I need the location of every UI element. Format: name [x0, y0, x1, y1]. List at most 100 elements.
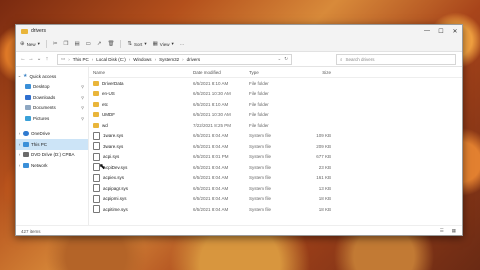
- column-header-date[interactable]: Date modified: [193, 70, 249, 75]
- column-header-size[interactable]: Size: [297, 70, 331, 75]
- file-type: File folder: [249, 122, 269, 128]
- sort-icon: ⇅: [127, 41, 133, 47]
- nav-quick-access[interactable]: ⌄ ★ Quick access: [16, 71, 88, 82]
- tiles-view-icon[interactable]: ▦: [452, 228, 456, 234]
- nav-documents[interactable]: Documents ⚲: [16, 103, 88, 114]
- new-icon: ⊕: [20, 41, 25, 47]
- file-row[interactable]: wd 7/22/2021 8:25 PM File folder: [89, 120, 462, 131]
- address-bar[interactable]: ▭ › This PC › Local Disk (C:) › Windows …: [57, 53, 292, 65]
- back-arrow-icon[interactable]: ←: [19, 56, 27, 62]
- file-type: File folder: [249, 91, 269, 97]
- details-view-icon[interactable]: ☰: [440, 228, 444, 234]
- chevron-right-icon[interactable]: ›: [16, 142, 23, 147]
- nav-onedrive[interactable]: › OneDrive: [16, 129, 88, 140]
- nav-this-pc[interactable]: › This PC: [16, 139, 88, 150]
- file-date: 6/5/2021 8:10 AM: [193, 101, 229, 107]
- file-type: File folder: [249, 80, 269, 86]
- file-size: 209 KB: [316, 143, 331, 149]
- new-button[interactable]: ⊕ New ▾: [20, 41, 40, 47]
- more-options-button[interactable]: ···: [180, 42, 185, 47]
- folder-icon: [93, 112, 99, 118]
- cut-button[interactable]: ✂: [53, 41, 58, 47]
- item-count: 427 items: [21, 228, 41, 234]
- breadcrumb-local-disk[interactable]: Local Disk (C:): [96, 57, 126, 62]
- breadcrumb-system32[interactable]: System32: [159, 57, 179, 62]
- documents-icon: [25, 105, 31, 111]
- file-row[interactable]: acpipagr.sys 6/5/2021 8:04 AM System file 1…: [89, 183, 462, 194]
- view-icon: ▦: [152, 41, 158, 47]
- file-type: System file: [249, 185, 272, 191]
- file-date: 6/5/2021 8:04 AM: [193, 164, 229, 170]
- file-row[interactable]: UMDF 6/5/2021 10:30 AM File folder: [89, 110, 462, 121]
- pin-icon: ⚲: [81, 115, 84, 121]
- file-row[interactable]: acpi.sys 6/5/2021 8:01 PM System file 677 K…: [89, 152, 462, 163]
- file-name: acpiex.sys: [89, 173, 193, 182]
- file-row[interactable]: 1ware.sys 6/5/2021 8:04 AM System file 109 …: [89, 131, 462, 142]
- pin-icon: ⚲: [81, 84, 84, 90]
- close-button[interactable]: ✕: [448, 25, 462, 37]
- breadcrumb-this-pc[interactable]: This PC: [73, 57, 89, 62]
- column-header-name[interactable]: Name: [89, 70, 193, 75]
- delete-button[interactable]: 🗑: [107, 41, 114, 47]
- file-row[interactable]: acpiex.sys 6/5/2021 8:04 AM System file 161…: [89, 173, 462, 184]
- folder-icon: [93, 101, 99, 107]
- chevron-down-icon[interactable]: ⌄: [277, 56, 281, 62]
- paste-button[interactable]: ▤: [74, 41, 79, 47]
- file-name: 3ware.sys: [89, 142, 193, 151]
- dvd-icon: [23, 152, 29, 158]
- file-date: 6/5/2021 8:04 AM: [193, 175, 229, 181]
- file-type: System file: [249, 164, 272, 170]
- file-type: System file: [249, 206, 272, 212]
- chevron-down-icon: ▾: [144, 41, 147, 46]
- pc-icon: [23, 141, 29, 147]
- file-row[interactable]: en-US 6/5/2021 10:30 AM File folder: [89, 89, 462, 100]
- chevron-right-icon[interactable]: ›: [16, 131, 23, 136]
- file-explorer-window: drivers — ☐ ✕ ⊕ New ▾ ✂ ❐ ▤ ▭ ↗ 🗑 ⇅ Sort…: [15, 24, 463, 236]
- recent-dropdown-icon[interactable]: ⌄: [35, 56, 43, 62]
- file-row[interactable]: AcpiDev.sys 6/5/2021 8:04 AM System file 23…: [89, 162, 462, 173]
- chevron-right-icon[interactable]: ›: [16, 152, 23, 157]
- nav-downloads[interactable]: Downloads ⚲: [16, 92, 88, 103]
- column-header-type[interactable]: Type: [249, 70, 297, 75]
- copy-button[interactable]: ❐: [64, 41, 69, 47]
- breadcrumb-windows[interactable]: Windows: [133, 57, 151, 62]
- file-date: 6/5/2021 8:04 AM: [193, 133, 229, 139]
- file-row[interactable]: etc 6/5/2021 8:10 AM File folder: [89, 99, 462, 110]
- cloud-icon: [23, 131, 29, 137]
- file-row[interactable]: 3ware.sys 6/5/2021 8:04 AM System file 209 …: [89, 141, 462, 152]
- rename-button[interactable]: ▭: [86, 41, 91, 47]
- chevron-right-icon[interactable]: ›: [16, 163, 23, 168]
- breadcrumb-drivers[interactable]: drivers: [187, 57, 201, 62]
- search-input[interactable]: ⌕ Search drivers: [336, 53, 456, 65]
- command-divider: [45, 40, 47, 48]
- nav-network[interactable]: › Network: [16, 160, 88, 171]
- file-row[interactable]: acpipmi.sys 6/5/2021 8:04 AM System file 18…: [89, 194, 462, 205]
- file-list: Name Date modified Type Size DriverData 6…: [89, 67, 462, 225]
- chevron-down-icon[interactable]: ⌄: [16, 73, 23, 79]
- address-row: ← → ⌄ ↑ ▭ › This PC › Local Disk (C:) › …: [16, 52, 462, 67]
- file-row[interactable]: DriverData 6/5/2021 8:10 AM File folder: [89, 78, 462, 89]
- nav-desktop[interactable]: Desktop ⚲: [16, 82, 88, 93]
- download-icon: [25, 94, 31, 100]
- view-button[interactable]: ▦ View ▾: [153, 41, 174, 47]
- maximize-button[interactable]: ☐: [434, 25, 448, 37]
- share-button[interactable]: ↗: [97, 41, 102, 47]
- sort-button[interactable]: ⇅ Sort ▾: [127, 41, 146, 47]
- up-arrow-icon[interactable]: ↑: [43, 56, 51, 62]
- nav-pictures[interactable]: Pictures ⚲: [16, 113, 88, 124]
- file-date: 6/5/2021 8:04 AM: [193, 143, 229, 149]
- window-title: drivers: [31, 28, 47, 34]
- refresh-icon[interactable]: ↻: [284, 56, 288, 62]
- file-date: 6/5/2021 10:30 AM: [193, 91, 231, 97]
- file-date: 7/22/2021 8:25 PM: [193, 122, 232, 128]
- minimize-button[interactable]: —: [420, 25, 434, 37]
- pictures-icon: [25, 115, 31, 121]
- nav-dvd-drive[interactable]: › DVD Drive (D:) CPBA: [16, 150, 88, 161]
- system-file-icon: [93, 152, 100, 161]
- forward-arrow-icon[interactable]: →: [27, 56, 35, 62]
- file-name: acpipagr.sys: [89, 184, 193, 193]
- file-name: etc: [89, 101, 193, 107]
- folder-icon: [93, 122, 99, 128]
- file-name: wd: [89, 122, 193, 128]
- file-row[interactable]: acpitime.sys 6/5/2021 8:04 AM System file 1…: [89, 204, 462, 215]
